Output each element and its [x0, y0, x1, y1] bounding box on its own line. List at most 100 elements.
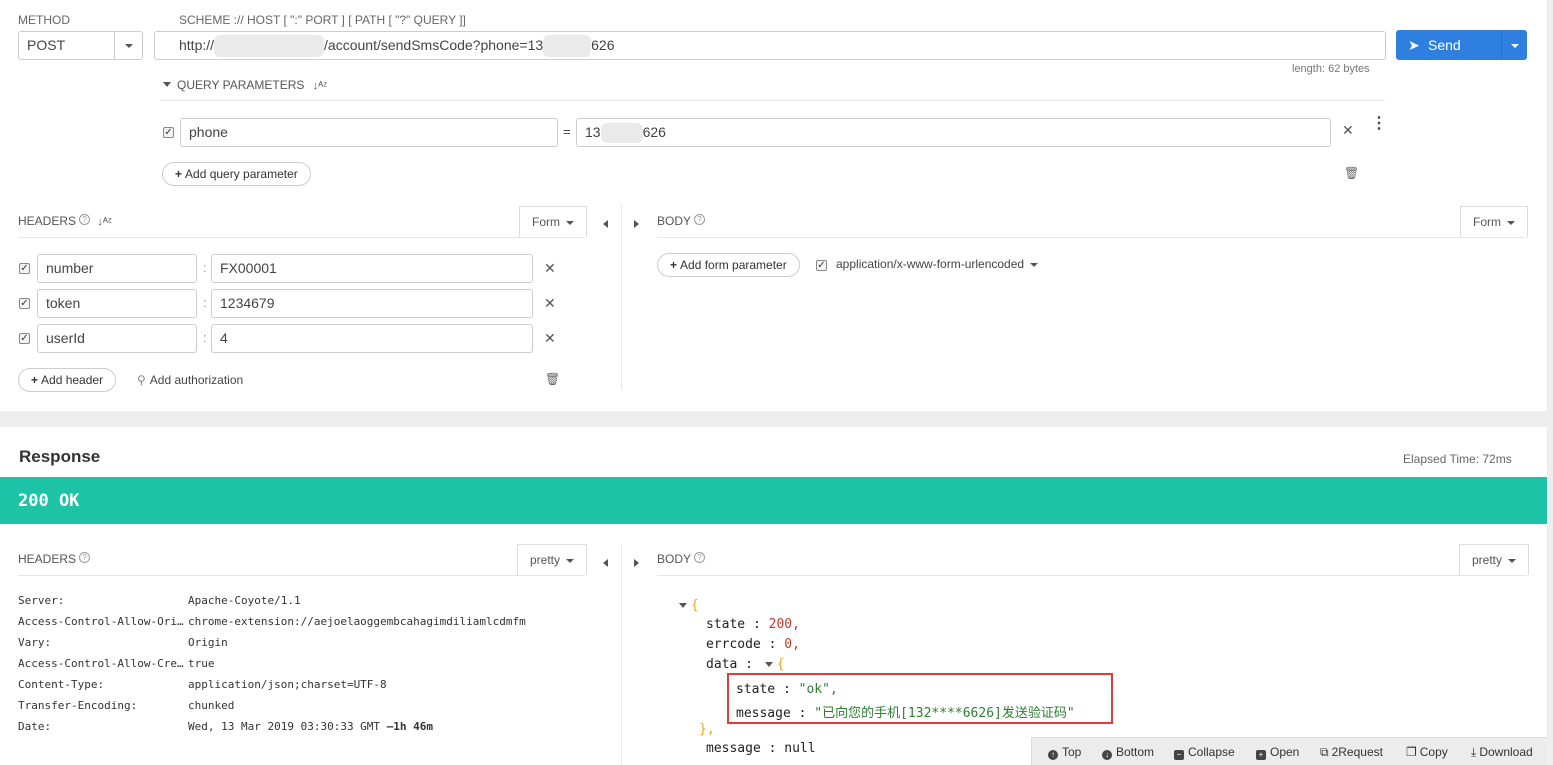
plus-icon: + [1256, 750, 1266, 760]
header-name-text: number [46, 260, 94, 276]
json-colon: : [768, 637, 777, 652]
header-value[interactable]: 4 [211, 324, 533, 353]
elapsed-time: Elapsed Time: 72ms [1403, 452, 1512, 466]
response-body-mode-select[interactable]: pretty [1459, 544, 1530, 575]
bottom-button[interactable]: ↓ Bottom [1102, 745, 1154, 760]
response-header-value: Apache-Coyote/1.1 [188, 594, 301, 607]
header-name[interactable]: userId [37, 324, 197, 353]
query-divider [160, 100, 1385, 101]
headers-mode-value: Form [532, 215, 560, 229]
open-label: Open [1270, 745, 1300, 759]
query-param-menu-icon[interactable]: ⋮ [1371, 116, 1387, 132]
content-type-value: application/x-www-form-urlencoded [836, 257, 1025, 271]
query-section-header[interactable]: QUERY PARAMETERS ↓ᴬᶻ [163, 78, 327, 92]
json-key: message [706, 741, 761, 756]
response-headers-mode-select[interactable]: pretty [517, 544, 588, 575]
header-checkbox[interactable]: ✓ [19, 298, 30, 309]
copy-button[interactable]: ❐ Copy [1406, 745, 1448, 759]
add-query-label: Add query parameter [185, 167, 298, 181]
open-button[interactable]: + Open [1256, 745, 1299, 760]
query-param-value[interactable]: 13 626 [576, 118, 1331, 147]
collapse-left-icon[interactable] [603, 555, 608, 570]
response-header-name: Transfer-Encoding: [18, 699, 138, 712]
collapse-button[interactable]: − Collapse [1174, 745, 1235, 760]
top-label: Top [1062, 745, 1082, 759]
help-icon[interactable]: ? [79, 214, 91, 225]
json-data-row[interactable]: data : { [706, 657, 785, 672]
remove-header-icon[interactable]: ✕ [544, 295, 556, 312]
remove-header-icon[interactable]: ✕ [544, 330, 556, 347]
url-input[interactable]: http:// /account/sendSmsCode?phone=13 626 [154, 31, 1386, 60]
help-icon[interactable]: ? [694, 552, 706, 563]
to-request-label: 2Request [1331, 745, 1383, 759]
length-text: length: 62 bytes [1292, 63, 1370, 75]
download-icon: ⤓ [1471, 745, 1477, 759]
expand-right-icon[interactable] [634, 555, 639, 570]
sort-icon[interactable]: ↓ᴬᶻ [97, 216, 111, 228]
add-form-parameter-button[interactable]: + Add form parameter [657, 253, 800, 277]
url-path: /account/sendSmsCode?phone=13 [324, 37, 544, 53]
chevron-down-icon [1030, 262, 1039, 267]
status-bar: 200 OK [0, 477, 1547, 524]
json-message-row: message : null [706, 741, 816, 756]
header-checkbox[interactable]: ✓ [19, 333, 30, 344]
response-header-value: application/json;charset=UTF-8 [188, 678, 387, 691]
header-name[interactable]: token [37, 289, 197, 318]
header-checkbox[interactable]: ✓ [19, 263, 30, 274]
add-authorization-link[interactable]: ⚲ Add authorization [137, 373, 243, 387]
method-dropdown-icon[interactable] [114, 32, 142, 59]
add-query-parameter-button[interactable]: + Add query parameter [162, 162, 311, 186]
json-value: "已向您的手机[132****6626]发送验证码" [814, 706, 1075, 721]
plus-icon: + [175, 167, 183, 181]
collapse-left-icon[interactable] [603, 216, 608, 231]
header-value[interactable]: 1234679 [211, 289, 533, 318]
response-header-name: Access-Control-Allow-Cre… [18, 657, 184, 670]
query-param-name-text: phone [189, 124, 228, 140]
query-param-checkbox[interactable]: ✓ [163, 127, 174, 138]
headers-mode-select[interactable]: Form [519, 206, 587, 237]
add-header-button[interactable]: + Add header [18, 368, 117, 392]
response-header-value: true [188, 657, 215, 670]
collapse-icon [163, 82, 171, 87]
send-dropdown-icon[interactable] [1501, 30, 1527, 60]
trash-icon[interactable]: 🗑 [545, 372, 560, 386]
json-root-open[interactable]: { [679, 598, 699, 613]
header-value-text: FX00001 [220, 260, 277, 276]
download-button[interactable]: ⤓ Download [1471, 745, 1533, 760]
remove-header-icon[interactable]: ✕ [544, 260, 556, 277]
content-type-select[interactable]: application/x-www-form-urlencoded [836, 257, 1039, 271]
json-colon: : [782, 682, 791, 697]
body-mode-select[interactable]: Form [1460, 206, 1528, 237]
header-value[interactable]: FX00001 [211, 254, 533, 283]
response-headers-label: HEADERS [18, 552, 77, 566]
body-title: BODY? [657, 214, 706, 228]
trash-icon[interactable]: 🗑 [1344, 166, 1359, 180]
to-request-button[interactable]: ⧉ 2Request [1320, 745, 1383, 760]
help-icon[interactable]: ? [694, 214, 706, 225]
content-type-checkbox[interactable]: ✓ [816, 260, 827, 271]
bottom-toolbar: ↑ Top ↓ Bottom − Collapse + Open ⧉ 2Request ❐… [1031, 737, 1547, 765]
top-button[interactable]: ↑ Top [1048, 745, 1081, 760]
send-button[interactable]: ➤ Send [1396, 30, 1527, 60]
query-param-name[interactable]: phone [180, 118, 558, 147]
chevron-down-icon [1507, 220, 1515, 225]
method-select[interactable]: POST [18, 31, 143, 60]
response-body-mode-value: pretty [1472, 553, 1503, 567]
remove-query-param-icon[interactable]: ✕ [1342, 122, 1354, 139]
add-header-label: Add header [41, 373, 104, 387]
sort-icon[interactable]: ↓ᴬᶻ [313, 80, 327, 92]
json-key: state [736, 682, 776, 697]
add-form-label: Add form parameter [680, 258, 787, 272]
copy-to-request-icon: ⧉ [1320, 745, 1329, 759]
chevron-down-icon [1508, 558, 1517, 563]
header-name[interactable]: number [37, 254, 197, 283]
expand-right-icon[interactable] [634, 216, 639, 231]
response-body-label: BODY [657, 552, 692, 566]
json-key: errcode [706, 637, 761, 652]
response-headers-divider [18, 575, 585, 576]
help-icon[interactable]: ? [79, 552, 91, 563]
json-errcode-row: errcode : 0, [706, 637, 800, 652]
query-value-redacted [600, 123, 643, 144]
header-value-text: 4 [220, 330, 228, 346]
json-colon: : [752, 617, 761, 632]
